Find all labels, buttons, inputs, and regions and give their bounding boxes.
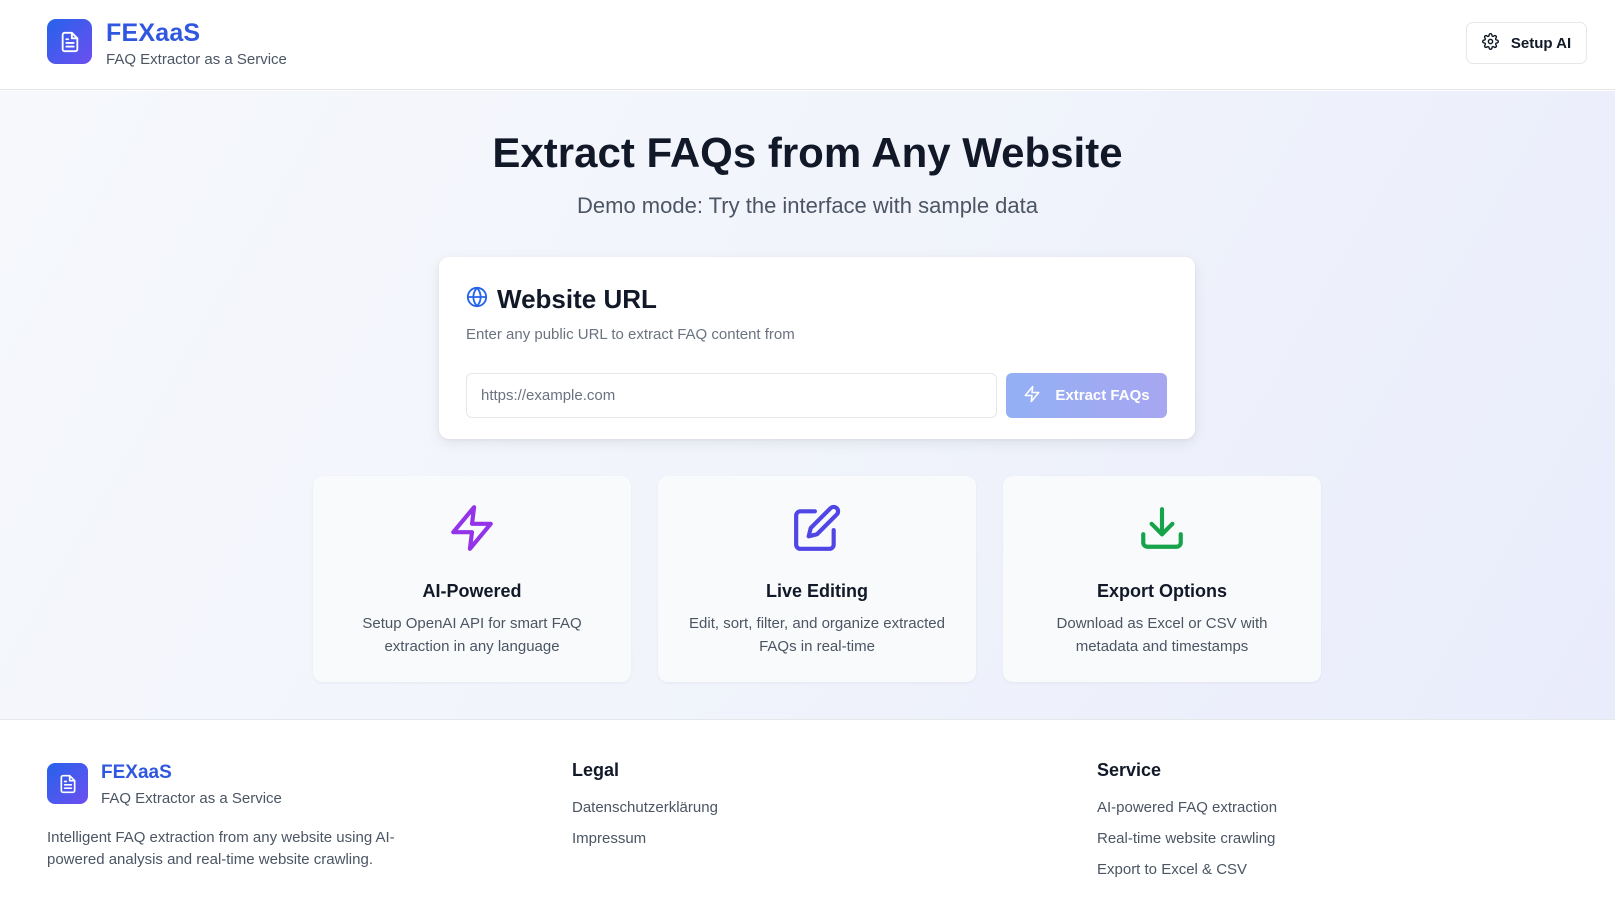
url-card-header: Website URL bbox=[466, 283, 657, 315]
lightning-icon bbox=[1023, 385, 1041, 407]
service-link-extraction[interactable]: AI-powered FAQ extraction bbox=[1097, 798, 1277, 818]
service-link-crawling[interactable]: Real-time website crawling bbox=[1097, 829, 1277, 849]
imprint-link[interactable]: Impressum bbox=[572, 829, 718, 849]
footer-legal-title: Legal bbox=[572, 760, 620, 780]
setup-ai-button[interactable]: Setup AI bbox=[1466, 22, 1587, 64]
globe-icon bbox=[466, 286, 488, 313]
footer-service-title: Service bbox=[1097, 760, 1162, 780]
footer-legal-column: Legal Datenschutzerklärung Impressum bbox=[572, 758, 718, 860]
hero-section: Extract FAQs from Any Website Demo mode:… bbox=[0, 91, 1615, 719]
url-input[interactable] bbox=[466, 373, 997, 418]
url-card-title: Website URL bbox=[497, 284, 657, 314]
setup-ai-label: Setup AI bbox=[1510, 34, 1572, 52]
document-icon bbox=[47, 19, 92, 64]
lightning-icon bbox=[313, 503, 631, 553]
footer-service-column: Service AI-powered FAQ extraction Real-t… bbox=[1097, 758, 1277, 891]
footer-brand-title: FEXaaS bbox=[101, 762, 172, 783]
feature-card-editing: Live Editing Edit, sort, filter, and org… bbox=[658, 476, 976, 682]
app-footer: FEXaaS FAQ Extractor as a Service Intell… bbox=[0, 719, 1615, 899]
gear-icon bbox=[1481, 32, 1499, 54]
footer-brand-subtitle: FAQ Extractor as a Service bbox=[101, 790, 282, 807]
privacy-link[interactable]: Datenschutzerklärung bbox=[572, 798, 718, 818]
extract-faqs-label: Extract FAQs bbox=[1055, 387, 1150, 404]
brand-subtitle: FAQ Extractor as a Service bbox=[106, 51, 287, 68]
edit-icon bbox=[658, 503, 976, 553]
feature-title: AI-Powered bbox=[422, 581, 522, 601]
feature-description: Download as Excel or CSV with metadata a… bbox=[1056, 615, 1268, 655]
feature-card-export: Export Options Download as Excel or CSV … bbox=[1003, 476, 1321, 682]
service-link-export[interactable]: Export to Excel & CSV bbox=[1097, 860, 1277, 880]
feature-card-ai: AI-Powered Setup OpenAI API for smart FA… bbox=[313, 476, 631, 682]
feature-description: Edit, sort, filter, and organize extract… bbox=[689, 615, 945, 655]
footer-brand: FEXaaS FAQ Extractor as a Service bbox=[47, 762, 282, 809]
download-icon bbox=[1003, 503, 1321, 553]
brand-title: FEXaaS bbox=[106, 19, 201, 47]
extract-faqs-button[interactable]: Extract FAQs bbox=[1006, 373, 1167, 418]
url-card-description: Enter any public URL to extract FAQ cont… bbox=[466, 326, 795, 343]
document-icon bbox=[47, 763, 88, 804]
brand[interactable]: FEXaaS FAQ Extractor as a Service bbox=[47, 19, 287, 70]
footer-description: Intelligent FAQ extraction from any webs… bbox=[47, 829, 395, 868]
hero-subtitle: Demo mode: Try the interface with sample… bbox=[577, 193, 1038, 218]
app-header: FEXaaS FAQ Extractor as a Service Setup … bbox=[0, 0, 1615, 90]
feature-title: Live Editing bbox=[765, 581, 868, 601]
hero-title: Extract FAQs from Any Website bbox=[492, 129, 1123, 176]
feature-title: Export Options bbox=[1097, 581, 1227, 601]
url-card: Website URL Enter any public URL to extr… bbox=[439, 257, 1195, 439]
feature-description: Setup OpenAI API for smart FAQ extractio… bbox=[362, 615, 582, 655]
